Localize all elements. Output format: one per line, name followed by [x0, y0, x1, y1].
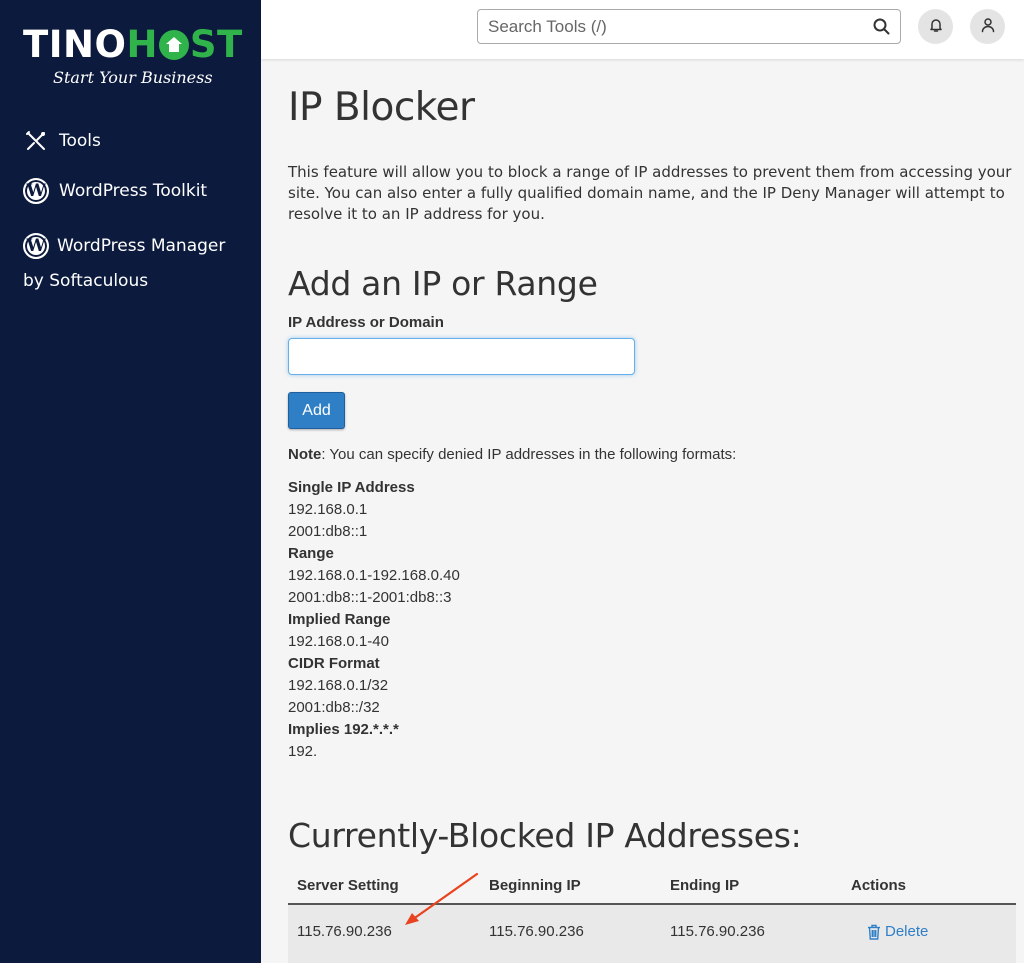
top-bar	[261, 0, 1024, 59]
format-note: Note: You can specify denied IP addresse…	[288, 446, 736, 463]
add-section-title: Add an IP or Range	[288, 264, 598, 303]
format-heading: Implied Range	[288, 611, 391, 628]
format-example: 192.168.0.1	[288, 501, 368, 518]
user-menu-button[interactable]	[970, 9, 1005, 44]
search-input[interactable]	[478, 10, 858, 43]
format-example: 192.	[288, 743, 318, 760]
format-example: 2001:db8::1	[288, 523, 368, 540]
format-list: Single IP Address 192.168.0.1 2001:db8::…	[288, 477, 460, 763]
ip-address-input[interactable]	[288, 338, 635, 375]
format-example: 192.168.0.1-40	[288, 633, 389, 650]
sidebar-item-label: Tools	[59, 131, 101, 151]
column-header-actions: Actions	[851, 877, 907, 894]
sidebar-item-tools[interactable]: Tools	[23, 128, 101, 154]
brand-name-part1: TINO	[23, 23, 127, 66]
brand-wordmark: TINOH ST	[23, 23, 242, 66]
notifications-button[interactable]	[918, 9, 953, 44]
format-heading: Single IP Address	[288, 479, 415, 496]
format-example: 2001:db8::1-2001:db8::3	[288, 589, 452, 606]
note-text: : You can specify denied IP addresses in…	[321, 446, 737, 463]
wordpress-icon: W	[23, 178, 49, 204]
column-header-beginning-ip: Beginning IP	[489, 877, 581, 894]
user-icon	[980, 17, 996, 37]
brand-name-part2a: H	[126, 23, 158, 66]
sidebar-item-label: WordPress Toolkit	[59, 181, 208, 201]
server-setting-cell: 115.76.90.236	[297, 923, 392, 940]
ip-field-label: IP Address or Domain	[288, 314, 444, 331]
format-heading: Range	[288, 545, 334, 562]
sidebar-item-wordpress-toolkit[interactable]: W WordPress Toolkit	[23, 178, 207, 204]
format-heading: Implies 192.*.*.*	[288, 721, 399, 738]
add-button[interactable]: Add	[288, 392, 345, 429]
ending-ip-cell: 115.76.90.236	[670, 923, 765, 940]
wordpress-icon: W	[23, 233, 49, 259]
sidebar: TINOH ST Start Your Business Tools W Word…	[0, 0, 261, 963]
trash-icon	[867, 924, 881, 940]
delete-button[interactable]: Delete	[867, 923, 928, 940]
tools-icon	[23, 128, 49, 154]
page-title: IP Blocker	[288, 85, 475, 130]
blocked-section-title: Currently-Blocked IP Addresses:	[288, 816, 802, 855]
brand-name-part2b: ST	[189, 23, 243, 66]
search-icon[interactable]	[873, 18, 890, 35]
delete-label: Delete	[885, 923, 929, 940]
house-cloud-icon	[158, 30, 189, 60]
column-header-ending-ip: Ending IP	[670, 877, 740, 894]
format-example: 192.168.0.1-192.168.0.40	[288, 567, 460, 584]
note-label: Note	[288, 446, 322, 463]
brand-logo[interactable]: TINOH ST Start Your Business	[23, 23, 242, 94]
annotation-arrow	[405, 872, 479, 925]
sidebar-item-label: WordPress Manager by Softaculous	[23, 236, 226, 291]
bell-icon	[928, 17, 944, 37]
sidebar-item-wordpress-manager[interactable]: W WordPress Manager by Softaculous	[23, 229, 248, 299]
brand-tagline: Start Your Business	[53, 68, 213, 87]
format-example: 2001:db8::/32	[288, 699, 380, 716]
beginning-ip-cell: 115.76.90.236	[489, 923, 584, 940]
format-example: 192.168.0.1/32	[288, 677, 389, 694]
page-description: This feature will allow you to block a r…	[288, 163, 1012, 223]
format-heading: CIDR Format	[288, 655, 380, 672]
column-header-server-setting: Server Setting	[297, 877, 399, 894]
search-box[interactable]	[477, 9, 901, 44]
